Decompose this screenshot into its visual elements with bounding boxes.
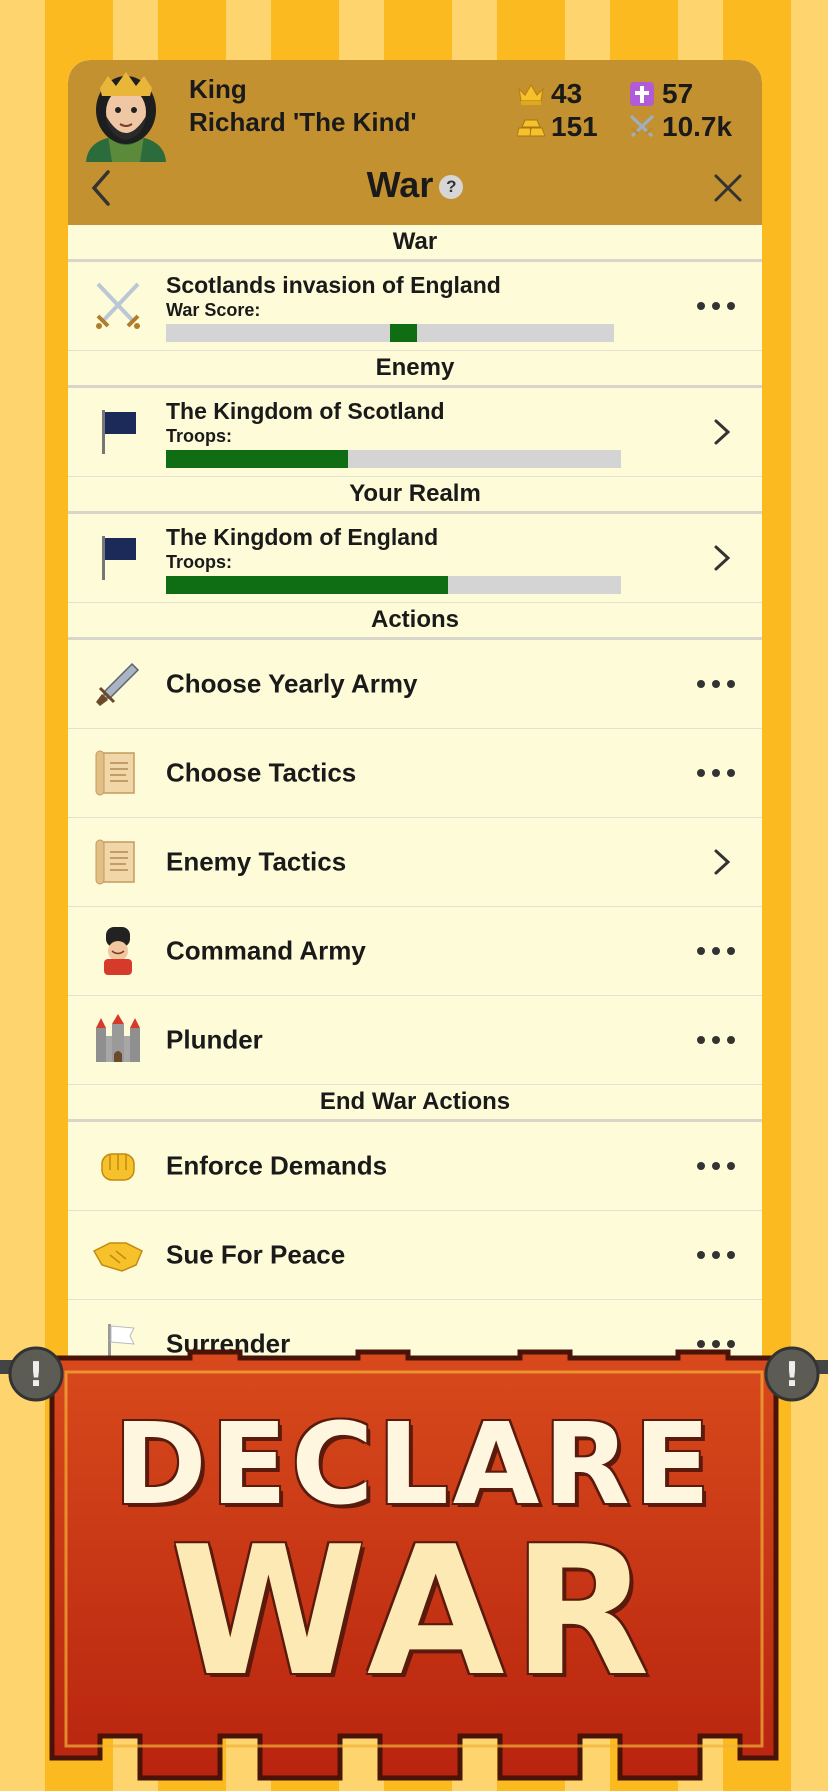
action-row[interactable]: Choose Tactics	[68, 729, 762, 818]
swords-icon	[629, 114, 655, 138]
war-score-fill	[390, 324, 417, 342]
piety-value: 57	[662, 78, 694, 109]
action-row[interactable]: Plunder	[68, 996, 762, 1085]
piety-stat: 57	[628, 78, 693, 110]
chevron-right-icon[interactable]	[712, 418, 732, 446]
cross-icon	[630, 82, 654, 106]
scroll-icon	[95, 839, 135, 885]
section-realm: Your Realm	[68, 477, 762, 514]
crown-stat: 43	[517, 78, 582, 110]
page-title: War?	[68, 164, 762, 206]
king-avatar[interactable]	[78, 66, 174, 162]
more-options-icon[interactable]	[696, 1161, 736, 1171]
banner-line-2: WAR	[170, 1508, 658, 1715]
player-rank: King	[189, 74, 247, 104]
flag-icon	[102, 536, 136, 580]
enemy-troops-fill	[166, 450, 348, 468]
fist-icon	[101, 1153, 135, 1181]
war-row: Scotlands invasion of England War Score:	[68, 262, 762, 351]
more-options-icon[interactable]	[696, 679, 736, 689]
enemy-troops-label: Troops:	[166, 426, 232, 446]
castle-icon	[96, 1014, 140, 1062]
guard-icon	[104, 927, 132, 975]
action-row[interactable]: Command Army	[68, 907, 762, 996]
section-war: War	[68, 225, 762, 262]
action-row[interactable]: Choose Yearly Army	[68, 640, 762, 729]
more-options-icon[interactable]	[696, 1250, 736, 1260]
handshake-icon	[92, 1242, 143, 1272]
gold-stat: 151	[517, 111, 598, 143]
chevron-right-icon[interactable]	[712, 848, 732, 876]
close-button[interactable]	[708, 168, 748, 208]
action-label: Plunder	[166, 1024, 263, 1055]
war-panel: King Richard 'The Kind' 43 57 151 10.7k …	[68, 60, 762, 1360]
war-score-label: War Score:	[166, 300, 261, 320]
realm-troops-fill	[166, 576, 449, 594]
action-row[interactable]: Enemy Tactics	[68, 818, 762, 907]
gold-value: 151	[551, 111, 598, 142]
scroll-icon	[95, 750, 135, 796]
war-score-bar	[166, 324, 614, 342]
section-enemy: Enemy	[68, 351, 762, 388]
content-list: War Scotlands invasion of England War Sc…	[68, 225, 762, 1360]
section-end-war: End War Actions	[68, 1085, 762, 1122]
chevron-right-icon[interactable]	[712, 544, 732, 572]
enemy-troops-bar	[166, 450, 621, 468]
realm-troops-label: Troops:	[166, 552, 232, 572]
action-label: Command Army	[166, 935, 366, 966]
crown-value: 43	[551, 78, 583, 109]
action-label: Choose Yearly Army	[166, 668, 418, 699]
action-label: Choose Tactics	[166, 757, 357, 788]
action-label: Enemy Tactics	[166, 846, 347, 877]
realm-troops-bar	[166, 576, 621, 594]
help-button[interactable]: ?	[439, 175, 464, 200]
realm-name: The Kingdom of England	[166, 524, 439, 550]
crown-icon	[518, 83, 544, 105]
more-options-icon[interactable]	[696, 1035, 736, 1045]
army-stat: 10.7k	[628, 111, 732, 143]
page-title-text: War	[366, 164, 434, 205]
dagger-icon	[96, 662, 140, 706]
end-war-action-label: Enforce Demands	[166, 1150, 388, 1181]
end-war-action-row[interactable]: Sue For Peace	[68, 1211, 762, 1300]
army-value: 10.7k	[662, 111, 733, 142]
svg-text:!: !	[784, 1355, 800, 1395]
end-war-action-label: Sue For Peace	[166, 1239, 346, 1270]
svg-text:!: !	[28, 1355, 44, 1395]
more-options-icon[interactable]	[696, 768, 736, 778]
flag-icon	[102, 410, 136, 454]
crossed-swords-icon	[96, 282, 140, 329]
gold-bars-icon	[517, 119, 545, 137]
war-more-button[interactable]	[696, 301, 736, 311]
enemy-row[interactable]: The Kingdom of Scotland Troops:	[68, 388, 762, 477]
player-name: Richard 'The Kind'	[189, 107, 417, 137]
header: King Richard 'The Kind' 43 57 151 10.7k …	[68, 60, 762, 225]
more-options-icon[interactable]	[696, 946, 736, 956]
end-war-action-row[interactable]: Enforce Demands	[68, 1122, 762, 1211]
realm-row[interactable]: The Kingdom of England Troops:	[68, 514, 762, 603]
war-name: Scotlands invasion of England	[166, 272, 501, 298]
section-actions: Actions	[68, 603, 762, 640]
enemy-name: The Kingdom of Scotland	[166, 398, 445, 424]
